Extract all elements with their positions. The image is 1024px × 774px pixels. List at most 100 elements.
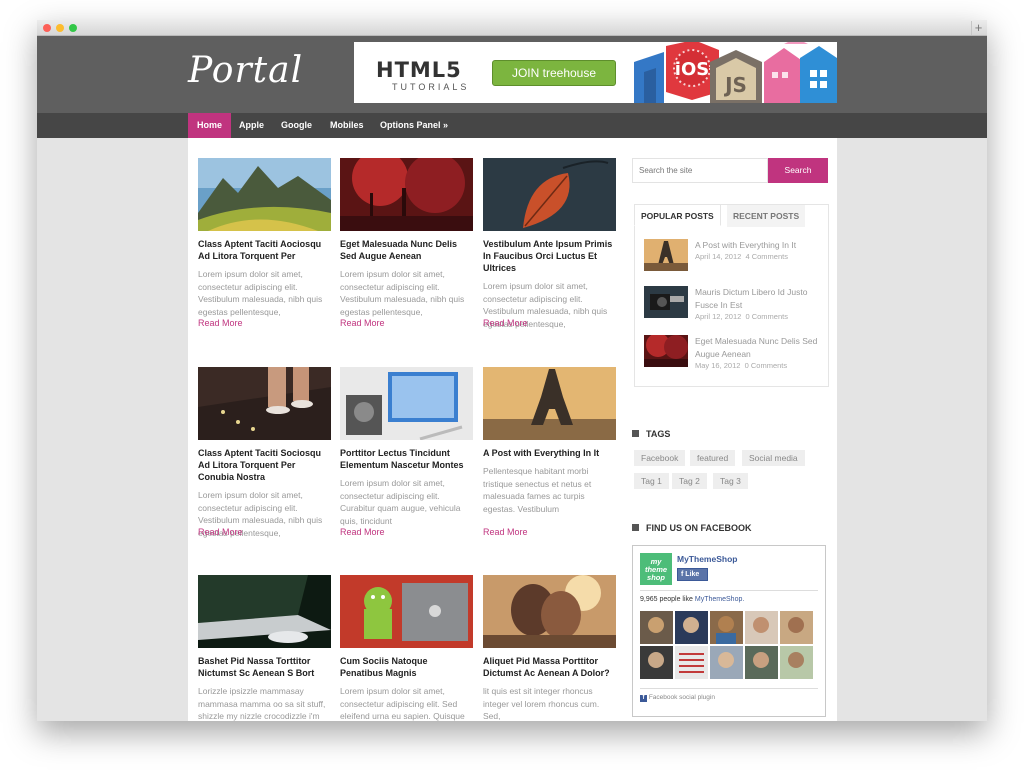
banner-title: HTML5 [376, 58, 462, 82]
read-more-link[interactable]: Read More [340, 527, 385, 537]
post-thumbnail-red-forest[interactable] [340, 158, 473, 231]
post-excerpt: Lorem ipsum dolor sit amet, consectetur … [198, 269, 323, 317]
nav-google[interactable]: Google [272, 113, 321, 138]
fan-avatar[interactable] [745, 611, 778, 644]
read-more-link[interactable]: Read More [198, 527, 243, 537]
read-more-link[interactable]: Read More [483, 318, 528, 328]
nav-apple[interactable]: Apple [230, 113, 273, 138]
facebook-social-plugin[interactable]: f Facebook social plugin [640, 694, 715, 702]
fan-avatar[interactable] [675, 646, 708, 679]
facebook-like-button[interactable]: f Like [677, 568, 708, 581]
post-title[interactable]: Eget Malesuada Nunc Delis Sed Augue Aene… [340, 238, 473, 262]
read-more-link[interactable]: Read More [340, 318, 385, 328]
post-card: Vestibulum Ante Ipsum Primis In Faucibus… [483, 158, 616, 330]
post-card: Aliquet Pid Massa Porttitor Dictumst Ac … [483, 575, 616, 721]
post-title[interactable]: Porttitor Lectus Tincidunt Elementum Nas… [340, 447, 473, 471]
post-title[interactable]: Cum Sociis Natoque Penatibus Magnis [340, 655, 473, 679]
popular-post-date: April 14, 2012 [695, 252, 742, 261]
popular-post-thumbnail[interactable] [644, 286, 688, 318]
divider [640, 688, 818, 689]
fan-avatar[interactable] [710, 611, 743, 644]
close-window-button[interactable] [43, 24, 51, 32]
post-thumbnail-imac[interactable] [198, 575, 331, 648]
popular-post-title[interactable]: A Post with Everything In It [695, 239, 820, 252]
tag-3[interactable]: Tag 3 [713, 473, 748, 489]
tab-recent-posts[interactable]: RECENT POSTS [727, 205, 806, 227]
banner-ad[interactable]: HTML5 TUTORIALS JOIN treehouse iOS JS [354, 42, 837, 103]
post-thumbnail-leaf[interactable] [483, 158, 616, 231]
banner-join-button[interactable]: JOIN treehouse [492, 60, 616, 86]
popular-post-thumbnail[interactable] [644, 239, 688, 271]
mythemeshop-logo[interactable]: my theme shop [640, 553, 672, 585]
facebook-f-icon: f [681, 571, 684, 578]
post-title[interactable]: Vestibulum Ante Ipsum Primis In Faucibus… [483, 238, 616, 274]
popular-post-date: April 12, 2012 [695, 312, 742, 321]
post-title[interactable]: Class Aptent Taciti Aociosqu Ad Litora T… [198, 238, 331, 262]
post-thumbnail-couple[interactable] [483, 575, 616, 648]
post-card: Eget Malesuada Nunc Delis Sed Augue Aene… [340, 158, 473, 318]
read-more-link[interactable]: Read More [198, 318, 243, 328]
popular-post-thumbnail[interactable] [644, 335, 688, 367]
nav-mobiles[interactable]: Mobiles [321, 113, 373, 138]
post-thumbnail-mountains[interactable] [198, 158, 331, 231]
fan-avatar[interactable] [745, 646, 778, 679]
fan-avatar[interactable] [640, 611, 673, 644]
fan-avatar[interactable] [675, 611, 708, 644]
post-thumbnail-laptop[interactable] [340, 367, 473, 440]
post-thumbnail-android[interactable] [340, 575, 473, 648]
site-logo[interactable]: Portal [188, 50, 303, 91]
popular-post-comments[interactable]: 0 Comments [745, 312, 788, 321]
posts-tabs-widget: POPULAR POSTS RECENT POSTS A Post with E… [634, 204, 829, 387]
facebook-small-icon: f [640, 695, 647, 702]
new-tab-button[interactable]: + [971, 21, 985, 35]
popular-post-comments[interactable]: 0 Comments [745, 361, 788, 370]
popular-post-date: May 16, 2012 [695, 361, 741, 370]
facebook-like-label: Like [685, 571, 700, 578]
main-nav: Home Apple Google Mobiles Options Panel … [37, 113, 987, 138]
fan-avatar[interactable] [780, 611, 813, 644]
site-header: Portal HTML5 TUTORIALS JOIN treehouse iO… [37, 36, 987, 113]
post-title[interactable]: A Post with Everything In It [483, 447, 616, 459]
facebook-count-link[interactable]: MyThemeShop. [695, 596, 744, 603]
tags-title-text: TAGS [646, 429, 671, 439]
content-area: Class Aptent Taciti Aociosqu Ad Litora T… [188, 138, 837, 721]
tag-featured[interactable]: featured [690, 450, 736, 466]
facebook-page-name[interactable]: MyThemeShop [677, 554, 737, 564]
search-input[interactable]: Search the site [632, 158, 768, 183]
facebook-widget-title: FIND US ON FACEBOOK [632, 523, 752, 533]
post-card: Cum Sociis Natoque Penatibus Magnis Lore… [340, 575, 473, 721]
post-thumbnail-eiffel[interactable] [483, 367, 616, 440]
post-title[interactable]: Bashet Pid Nassa Torttitor Nictumst Sc A… [198, 655, 331, 679]
minimize-window-button[interactable] [56, 24, 64, 32]
divider [640, 590, 818, 591]
post-card: Class Aptent Taciti Sociosqu Ad Litora T… [198, 367, 331, 539]
post-excerpt: lit quis est sit integer rhoncus integer… [483, 686, 600, 721]
tags-widget-title: TAGS [632, 429, 670, 439]
post-excerpt: Lorem ipsum dolor sit amet, consectetur … [340, 478, 461, 526]
fan-avatar[interactable] [780, 646, 813, 679]
banner-illustration: iOS JS [624, 42, 837, 103]
zoom-window-button[interactable] [69, 24, 77, 32]
tag-facebook[interactable]: Facebook [634, 450, 686, 466]
nav-options-panel[interactable]: Options Panel » [371, 113, 457, 138]
search-button[interactable]: Search [768, 158, 828, 183]
nav-home[interactable]: Home [188, 113, 232, 138]
popular-post-title[interactable]: Eget Malesuada Nunc Delis Sed Augue Aene… [695, 335, 820, 361]
post-excerpt: Lorem ipsum dolor sit amet, consectetur … [340, 686, 465, 721]
post-title[interactable]: Aliquet Pid Massa Porttitor Dictumst Ac … [483, 655, 616, 679]
read-more-link[interactable]: Read More [483, 527, 528, 537]
popular-post-title[interactable]: Mauris Dictum Libero Id Justo Fusce In E… [695, 286, 820, 312]
sidebar: Search the site Search POPULAR POSTS REC… [632, 138, 837, 721]
fan-avatar[interactable] [710, 646, 743, 679]
fan-avatar[interactable] [640, 646, 673, 679]
popular-post-comments[interactable]: 4 Comments [745, 252, 788, 261]
facebook-count-text: 9,965 people like [640, 596, 693, 603]
post-excerpt: Pellentesque habitant morbi tristique se… [483, 466, 592, 514]
post-thumbnail-walking[interactable] [198, 367, 331, 440]
tag-2[interactable]: Tag 2 [672, 473, 707, 489]
post-card: Porttitor Lectus Tincidunt Elementum Nas… [340, 367, 473, 527]
tab-popular-posts[interactable]: POPULAR POSTS [634, 204, 721, 226]
tag-1[interactable]: Tag 1 [634, 473, 669, 489]
tag-social-media[interactable]: Social media [742, 450, 805, 466]
post-title[interactable]: Class Aptent Taciti Sociosqu Ad Litora T… [198, 447, 331, 483]
